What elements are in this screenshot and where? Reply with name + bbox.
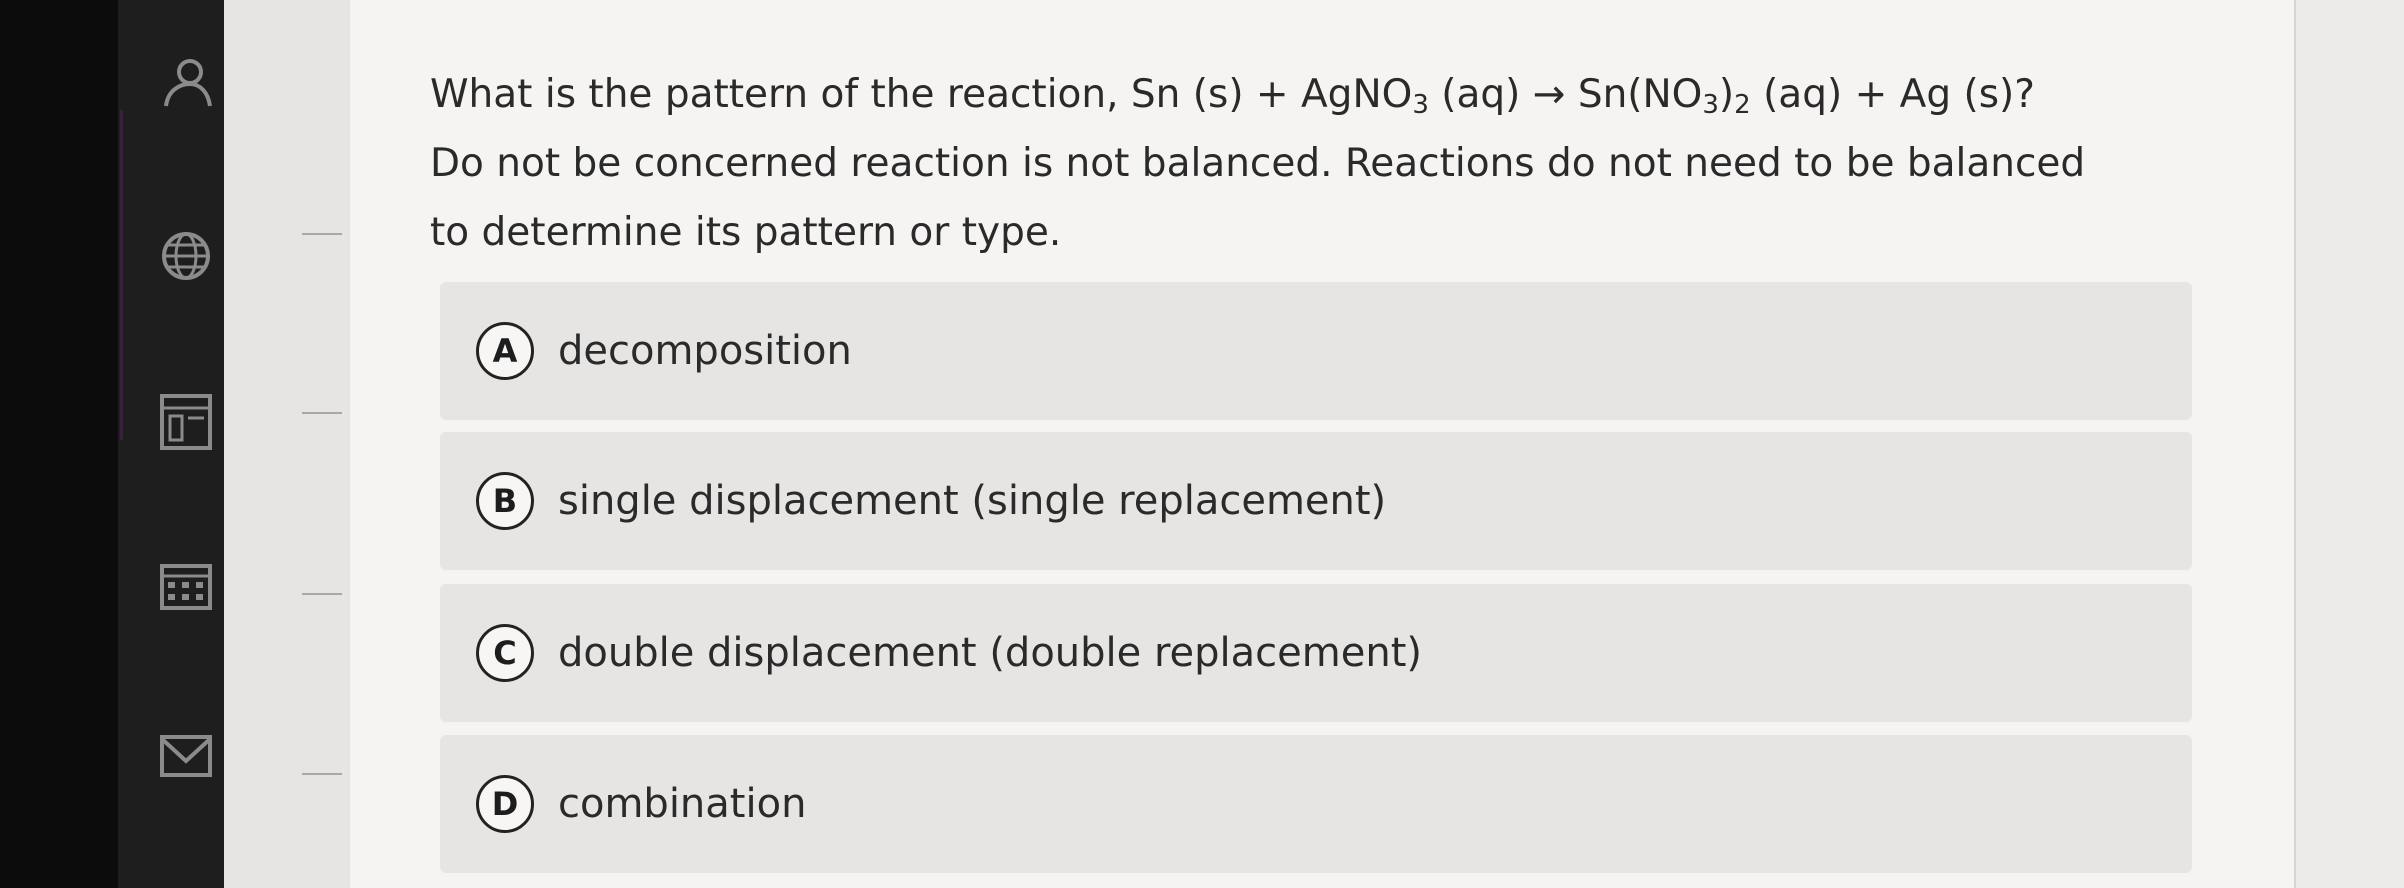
option-letter-badge: D xyxy=(476,775,534,833)
option-letter-badge: B xyxy=(476,472,534,530)
option-letter-badge: C xyxy=(476,624,534,682)
screen-bezel xyxy=(0,0,118,888)
question-line-1: What is the pattern of the reaction, Sn … xyxy=(430,72,2035,120)
question-prompt: What is the pattern of the reaction, Sn … xyxy=(430,60,2210,267)
scroll-edge xyxy=(2294,0,2404,888)
option-letter-badge: A xyxy=(476,322,534,380)
globe-icon[interactable] xyxy=(156,226,216,286)
answer-option-b[interactable]: B single displacement (single replacemen… xyxy=(440,432,2192,570)
option-text: decomposition xyxy=(558,328,852,374)
answer-option-d[interactable]: D combination xyxy=(440,735,2192,873)
answer-option-a[interactable]: A decomposition xyxy=(440,282,2192,420)
gutter-divider xyxy=(302,773,342,775)
sidebar-active-indicator xyxy=(120,110,123,440)
gutter-divider xyxy=(302,412,342,414)
gradebook-icon[interactable] xyxy=(156,392,216,452)
answer-option-c[interactable]: C double displacement (double replacemen… xyxy=(440,584,2192,722)
left-panel-gutter xyxy=(224,0,350,888)
option-text: combination xyxy=(558,781,807,827)
person-icon[interactable] xyxy=(156,52,216,112)
gutter-divider xyxy=(302,233,342,235)
option-text: double displacement (double replacement) xyxy=(558,630,1422,676)
question-line-3: to determine its pattern or type. xyxy=(430,210,1062,255)
calendar-icon[interactable] xyxy=(156,556,216,616)
option-text: single displacement (single replacement) xyxy=(558,478,1387,524)
inbox-icon[interactable] xyxy=(156,726,216,786)
question-line-2: Do not be concerned reaction is not bala… xyxy=(430,141,2086,186)
gutter-divider xyxy=(302,593,342,595)
